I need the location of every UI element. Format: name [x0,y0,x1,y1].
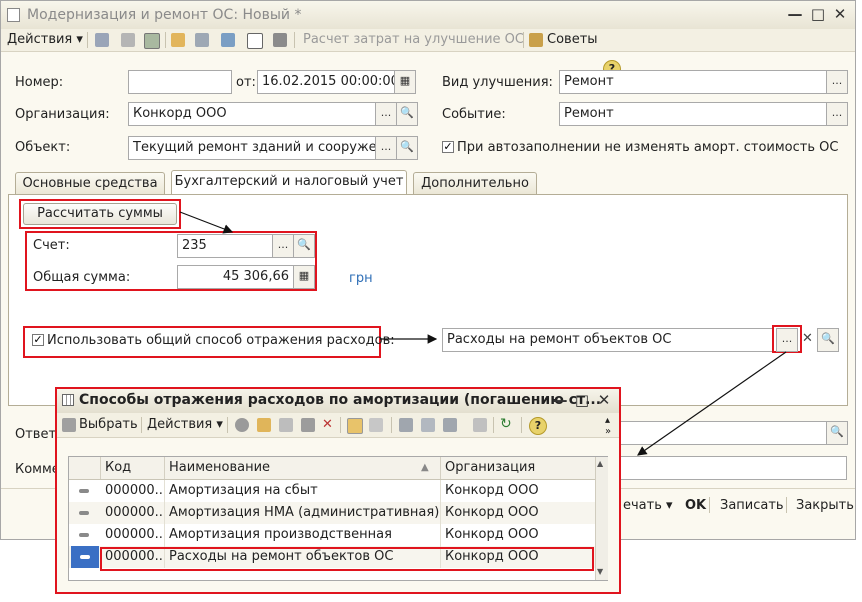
sort-icon: ▲ [421,462,429,473]
select-button[interactable]: Выбрать [79,417,138,432]
dialog-close-icon[interactable]: ✕ [595,391,613,409]
refresh-list-icon[interactable]: ↻ [500,416,512,432]
item-icon [79,511,89,515]
row-name: Амортизация НМА (административная) [165,502,441,524]
more-icon[interactable]: ▴» [605,415,611,437]
add-folder-icon[interactable] [257,418,271,432]
table-row[interactable]: 000000... Амортизация на сбыт Конкорд ОО… [69,480,595,502]
dialog-maximize-icon[interactable]: □ [573,391,591,409]
row-org: Конкорд ООО [445,527,539,542]
table-scrollbar[interactable]: ▲ ▼ [595,457,608,580]
selected-row-highlight [100,547,594,571]
expense-methods-dialog: Способы отражения расходов по амортизаци… [55,387,621,594]
column-code[interactable]: Код [101,457,165,479]
row-code: 000000... [101,502,165,524]
level-up-icon[interactable] [369,418,383,432]
filter-list-icon[interactable] [443,418,457,432]
column-org[interactable]: Организация [441,457,595,479]
row-name: Амортизация на сбыт [165,480,441,502]
filter-value-icon[interactable] [421,418,435,432]
dialog-title: Способы отражения расходов по амортизаци… [79,392,602,408]
item-icon [79,533,89,537]
clear-filter-icon[interactable] [473,418,487,432]
item-icon [80,555,90,559]
item-icon [79,489,89,493]
row-org: Конкорд ООО [445,483,539,498]
column-name[interactable]: Наименование [165,457,441,479]
row-code: 000000... [101,524,165,546]
row-name: Амортизация производственная [165,524,441,546]
table-header: Код Наименование ▲ Организация [69,457,595,480]
dialog-minimize-icon[interactable]: — [551,391,569,409]
row-org: Конкорд ООО [445,505,539,520]
hierarchy-icon[interactable] [347,418,363,434]
dialog-title-bar: Способы отражения расходов по амортизаци… [57,389,619,414]
add-icon[interactable] [235,418,249,432]
filter-icon[interactable] [399,418,413,432]
copy-row-icon[interactable] [279,418,293,432]
dialog-toolbar: Выбрать Действия ▾ ✕ ↻ ? ▴» [57,413,619,438]
dialog-help-icon[interactable]: ? [529,417,547,435]
dialog-actions-menu[interactable]: Действия ▾ [147,417,223,432]
edit-icon[interactable] [301,418,315,432]
table-row[interactable]: 000000... Амортизация НМА (административ… [69,502,595,524]
table-row[interactable]: 000000... Амортизация производственная К… [69,524,595,546]
delete-icon[interactable]: ✕ [322,417,333,432]
select-icon [62,418,76,432]
table-icon [62,394,74,406]
row-code: 000000... [101,480,165,502]
